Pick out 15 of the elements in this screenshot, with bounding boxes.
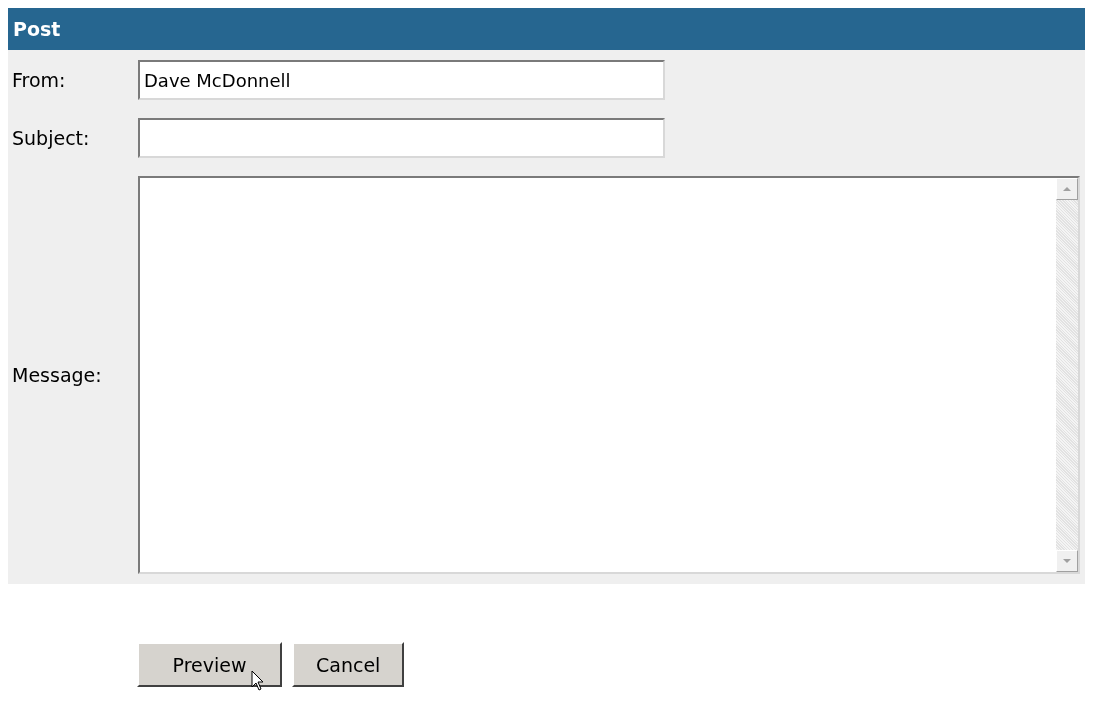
up-arrow-icon (1062, 186, 1072, 192)
field-label: Subject: (12, 127, 91, 149)
message-field[interactable] (138, 176, 1080, 574)
field-label: Message: (12, 364, 103, 386)
cursor-icon (251, 670, 265, 692)
scrollbar[interactable] (1056, 178, 1078, 572)
form-button[interactable]: Cancel (292, 642, 405, 687)
scroll-up-button[interactable] (1056, 178, 1078, 200)
input-field[interactable] (138, 118, 665, 158)
input-field[interactable]: Dave McDonnell (138, 60, 665, 100)
field-label: From: (12, 69, 67, 91)
scroll-down-button[interactable] (1056, 550, 1078, 572)
down-arrow-icon (1062, 558, 1072, 564)
form-button[interactable]: Preview (137, 642, 282, 687)
panel-header: Post (8, 8, 1085, 50)
